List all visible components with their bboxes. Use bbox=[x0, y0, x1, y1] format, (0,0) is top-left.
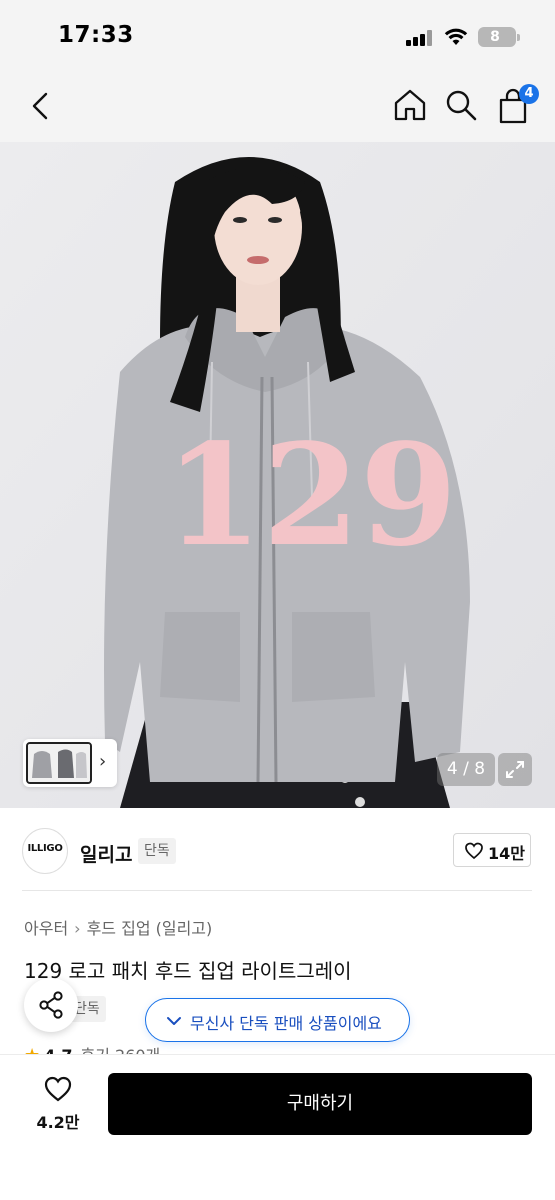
expand-button[interactable] bbox=[498, 753, 532, 786]
chevron-right-icon: › bbox=[74, 919, 81, 938]
review-count: 후기 260개 bbox=[80, 1046, 160, 1054]
product-photo: 129 bbox=[0, 142, 555, 808]
home-icon bbox=[394, 89, 426, 121]
top-nav: 4 bbox=[0, 72, 555, 142]
rating-value: 4.7 bbox=[44, 1046, 72, 1054]
cart-button[interactable]: 4 bbox=[495, 84, 539, 126]
heart-icon bbox=[465, 842, 483, 860]
chevron-left-icon bbox=[32, 92, 48, 120]
home-button[interactable] bbox=[392, 87, 428, 123]
brand-like-count: 14만 bbox=[488, 844, 525, 863]
chevron-right-icon[interactable]: › bbox=[99, 751, 106, 772]
wishlist-button[interactable]: 4.2만 bbox=[30, 1075, 86, 1135]
star-icon: ★ bbox=[24, 1045, 40, 1054]
status-time: 17:33 bbox=[58, 22, 134, 48]
status-bar: 17:33 8 bbox=[0, 0, 555, 72]
brand-like-button[interactable]: 14만 bbox=[453, 833, 531, 867]
signal-icon bbox=[406, 30, 434, 46]
back-button[interactable] bbox=[26, 90, 56, 122]
exclusive-info-pill[interactable]: 무신사 단독 판매 상품이에요 bbox=[145, 998, 410, 1042]
print-text: 129 bbox=[165, 414, 457, 578]
product-title: 129 로고 패치 후드 집업 라이트그레이 bbox=[24, 959, 352, 983]
bottom-action-bar: 4.2만 구매하기 bbox=[0, 1054, 555, 1200]
image-counter: 4 / 8 bbox=[437, 753, 495, 786]
brand-name[interactable]: 일리고 bbox=[80, 840, 132, 867]
thumbnail-image[interactable] bbox=[26, 742, 92, 784]
buy-button[interactable]: 구매하기 bbox=[108, 1073, 532, 1135]
breadcrumb-category[interactable]: 아우터 bbox=[24, 919, 68, 938]
heart-icon bbox=[44, 1076, 72, 1102]
rating-row[interactable]: ★ 4.7 후기 260개 bbox=[24, 1042, 324, 1054]
wishlist-count: 4.2만 bbox=[36, 1113, 80, 1132]
thumbnail-strip[interactable]: › bbox=[23, 739, 117, 787]
brand-row: ILLIGO 일리고 단독 14만 bbox=[0, 808, 555, 890]
divider bbox=[22, 890, 532, 891]
product-image-gallery[interactable]: 129 › 4 / 8 bbox=[0, 142, 555, 808]
search-button[interactable] bbox=[444, 88, 478, 122]
brand-logo[interactable]: ILLIGO bbox=[22, 828, 68, 874]
brand-exclusive-tag: 단독 bbox=[138, 838, 176, 864]
exclusive-info-text: 무신사 단독 판매 상품이에요 bbox=[190, 1014, 382, 1033]
wifi-icon bbox=[444, 28, 468, 45]
cart-count-badge: 4 bbox=[519, 84, 539, 104]
share-icon bbox=[39, 991, 63, 1019]
battery-icon: 8 bbox=[478, 27, 520, 47]
search-icon bbox=[446, 90, 477, 121]
breadcrumb: 아우터 › 후드 집업 (일리고) bbox=[24, 915, 212, 939]
breadcrumb-subcategory[interactable]: 후드 집업 (일리고) bbox=[87, 919, 213, 938]
expand-icon bbox=[506, 761, 524, 778]
share-button[interactable] bbox=[24, 978, 78, 1032]
chevron-down-icon bbox=[167, 1017, 181, 1025]
